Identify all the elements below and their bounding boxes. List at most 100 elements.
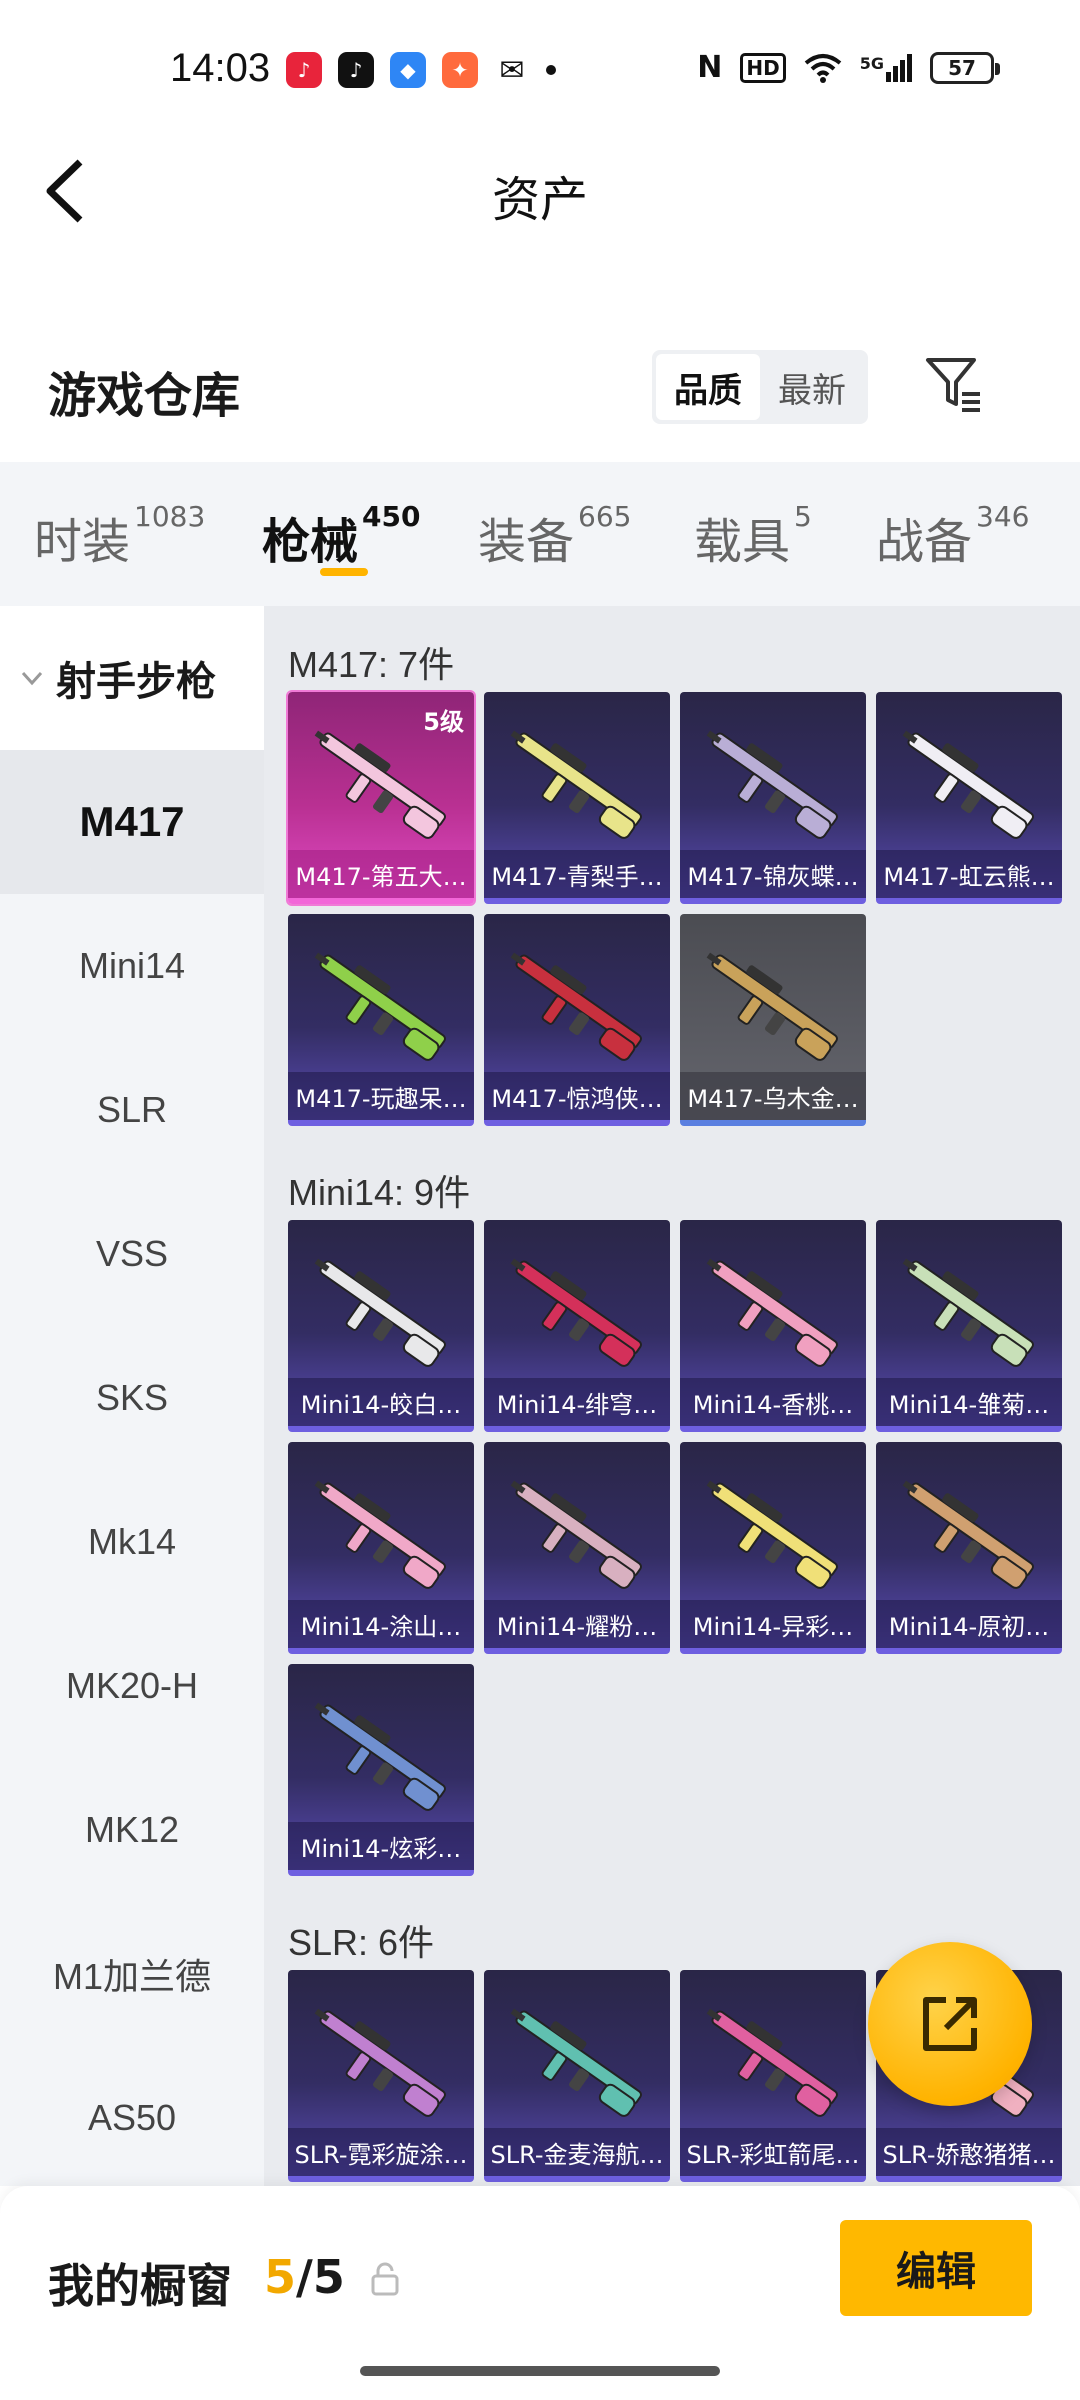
rifle-icon	[902, 1480, 1034, 1589]
weapon-skin-card[interactable]: SLR-霓彩旋涂…	[288, 1970, 474, 2182]
wechat-app-icon: ✉	[494, 52, 530, 88]
weapon-skin-label: Mini14-原初…	[876, 1600, 1062, 1648]
rifle-icon	[510, 1480, 642, 1589]
browser-app-icon: ◆	[390, 52, 426, 88]
weapon-skin-card[interactable]: Mini14-雏菊…	[876, 1220, 1062, 1432]
rifle-icon	[706, 1258, 838, 1367]
showcase-count: 5/5	[264, 2250, 345, 2304]
chevron-down-icon	[21, 671, 43, 686]
lock-icon	[371, 2262, 399, 2296]
showcase-label: 我的橱窗	[48, 2259, 232, 2313]
weapon-skin-label: Mini14-炫彩…	[288, 1822, 474, 1870]
sidebar-group-marksman[interactable]: 射手步枪	[0, 606, 264, 750]
status-bar: 14:03 ♪ ♪ ◆ ✦ ✉ N HD 5G 57	[0, 0, 1080, 140]
rifle-icon	[510, 1258, 642, 1367]
weapon-skin-card[interactable]: M417-乌木金…	[680, 914, 866, 1126]
sidebar-item-mk14[interactable]: Mk14	[0, 1470, 264, 1614]
game-app-icon: ✦	[442, 52, 478, 88]
sidebar-item-m1-garand[interactable]: M1加兰德	[0, 1902, 264, 2046]
weapon-skin-label: SLR-金麦海航…	[484, 2128, 670, 2176]
tab-vehicles[interactable]: 载具 5	[694, 500, 812, 572]
status-time: 14:03	[170, 46, 271, 90]
rifle-icon	[510, 730, 642, 839]
sort-quality-option[interactable]: 品质	[656, 354, 760, 420]
weapon-skin-label: M417-玩趣呆…	[288, 1072, 474, 1120]
weapon-skin-label: M417-锦灰蝶…	[680, 850, 866, 898]
weapon-skin-card[interactable]: M417-玩趣呆…	[288, 914, 474, 1126]
weapon-type-sidebar: 射手步枪 M417 Mini14 SLR VSS SKS Mk14 MK20-H…	[0, 606, 264, 2186]
weapon-skin-card[interactable]: Mini14-炫彩…	[288, 1664, 474, 1876]
signal-icon: 5G	[860, 53, 912, 82]
sidebar-item-mk12[interactable]: MK12	[0, 1758, 264, 1902]
weapon-skin-label: M417-第五大…	[288, 850, 474, 898]
tab-equipment[interactable]: 装备 665	[478, 500, 631, 572]
weapon-skin-label: Mini14-香桃…	[680, 1378, 866, 1426]
hd-icon: HD	[740, 52, 786, 83]
weapon-skin-card[interactable]: M417-青梨手…	[484, 692, 670, 904]
weapon-skin-label: Mini14-皎白…	[288, 1378, 474, 1426]
sidebar-item-vss[interactable]: VSS	[0, 1182, 264, 1326]
rifle-icon	[902, 730, 1034, 839]
weapon-skin-card[interactable]: Mini14-涂山…	[288, 1442, 474, 1654]
rifle-icon	[902, 1258, 1034, 1367]
section-title: SLR: 6件	[288, 1922, 435, 1963]
section-title: M417: 7件	[288, 644, 455, 685]
edit-button[interactable]: 编辑	[840, 2220, 1032, 2316]
notification-icons: ♪ ♪ ◆ ✦ ✉	[286, 52, 556, 88]
section-title: Mini14: 9件	[288, 1172, 471, 1213]
weapon-skin-label: M417-青梨手…	[484, 850, 670, 898]
more-notifications-dot	[546, 65, 556, 75]
nfc-icon: N	[697, 50, 723, 85]
sidebar-item-slr[interactable]: SLR	[0, 1038, 264, 1182]
weapon-skin-card[interactable]: M417-虹云熊…	[876, 692, 1062, 904]
weapon-skin-label: M417-乌木金…	[680, 1072, 866, 1120]
category-tabs: 时装 1083 枪械 450 装备 665 载具 5 战备 346	[0, 462, 1080, 606]
weapon-skin-card[interactable]: 5级 M417-第五大…	[286, 690, 476, 906]
weapon-skin-card[interactable]: Mini14-香桃…	[680, 1220, 866, 1432]
rifle-icon	[314, 1258, 446, 1367]
quality-badge: 5级	[423, 708, 464, 736]
rifle-icon	[314, 2008, 446, 2117]
weapon-skin-label: Mini14-雏菊…	[876, 1378, 1062, 1426]
weapon-skin-label: Mini14-绯穹…	[484, 1378, 670, 1426]
rifle-icon	[510, 2008, 642, 2117]
weapon-skin-card[interactable]: Mini14-原初…	[876, 1442, 1062, 1654]
sidebar-item-as50[interactable]: AS50	[0, 2046, 264, 2190]
rifle-icon	[706, 730, 838, 839]
sidebar-item-mini14[interactable]: Mini14	[0, 894, 264, 1038]
weapon-skin-label: M417-惊鸿侠…	[484, 1072, 670, 1120]
weapon-skin-label: SLR-娇憨猪猪…	[876, 2128, 1062, 2176]
sidebar-item-sks[interactable]: SKS	[0, 1326, 264, 1470]
share-export-button[interactable]	[868, 1942, 1032, 2106]
tab-guns[interactable]: 枪械 450	[262, 500, 420, 572]
warehouse-title: 游戏仓库	[48, 368, 241, 424]
page-title: 资产	[491, 172, 588, 228]
weapon-skin-card[interactable]: SLR-彩虹箭尾…	[680, 1970, 866, 2182]
tab-supplies[interactable]: 战备 346	[876, 500, 1029, 572]
rifle-icon	[706, 952, 838, 1061]
music-app-icon: ♪	[286, 52, 322, 88]
rifle-icon	[706, 1480, 838, 1589]
rifle-icon	[314, 1702, 446, 1811]
weapon-skin-card[interactable]: M417-锦灰蝶…	[680, 692, 866, 904]
status-indicators: N HD 5G 57	[697, 50, 1000, 85]
tab-fashion[interactable]: 时装 1083	[34, 500, 205, 572]
weapon-skin-card[interactable]: Mini14-异彩…	[680, 1442, 866, 1654]
rifle-icon	[510, 952, 642, 1061]
sort-latest-option[interactable]: 最新	[760, 354, 864, 420]
weapon-skin-card[interactable]: SLR-金麦海航…	[484, 1970, 670, 2182]
filter-icon[interactable]	[924, 356, 984, 412]
weapon-skin-label: SLR-彩虹箭尾…	[680, 2128, 866, 2176]
rifle-icon	[314, 952, 446, 1061]
weapon-skin-card[interactable]: M417-惊鸿侠…	[484, 914, 670, 1126]
weapon-skin-card[interactable]: Mini14-绯穹…	[484, 1220, 670, 1432]
weapon-skin-card[interactable]: Mini14-皎白…	[288, 1220, 474, 1432]
weapon-skin-label: Mini14-耀粉…	[484, 1600, 670, 1648]
battery-icon: 57	[930, 51, 1000, 84]
home-indicator[interactable]	[360, 2366, 720, 2376]
active-tab-indicator	[320, 568, 368, 576]
weapon-skin-card[interactable]: Mini14-耀粉…	[484, 1442, 670, 1654]
sort-toggle: 品质 最新	[652, 350, 868, 424]
sidebar-item-mk20h[interactable]: MK20-H	[0, 1614, 264, 1758]
sidebar-item-m417[interactable]: M417	[0, 750, 264, 894]
